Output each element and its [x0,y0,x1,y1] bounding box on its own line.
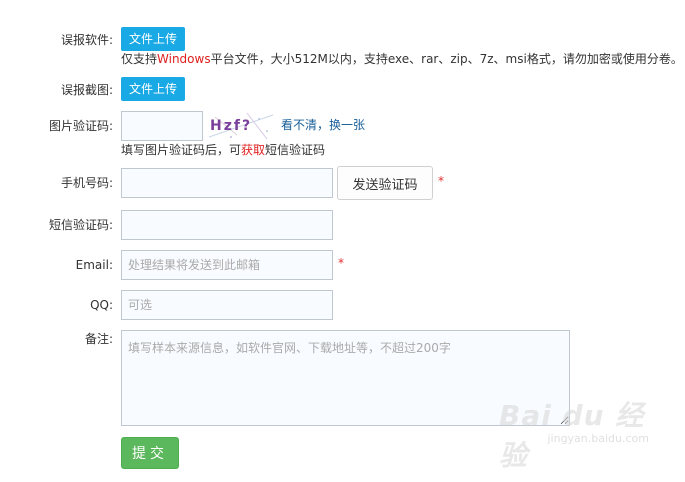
captcha-text: Hzf? [210,118,252,134]
send-sms-code-button[interactable]: 发送验证码 [337,166,433,200]
software-upload-button[interactable]: 文件上传 [121,27,186,51]
sms-code-input[interactable] [121,210,333,240]
qq-label: QQ: [90,298,113,312]
software-hint: 仅支持Windows平台文件，大小512M以内，支持exe、rar、zip、7z… [121,52,683,66]
platform-highlight: Windows [157,52,211,66]
watermark-url: jingyan.baidu.com [547,432,649,445]
captcha-hint: 填写图片验证码后，可获取短信验证码 [121,143,326,157]
submit-button[interactable]: 提交 [121,437,179,469]
phone-label: 手机号码: [60,176,113,190]
captcha-label: 图片验证码: [48,119,113,133]
software-label: 误报软件: [60,33,113,47]
get-highlight: 获取 [241,143,266,157]
captcha-image[interactable]: Hzf? [207,111,277,141]
sms-label: 短信验证码: [48,218,113,232]
baidu-jingyan-watermark: Bai du 经验 jingyan.baidu.com [499,392,649,472]
phone-input[interactable] [121,168,333,198]
screenshot-label: 误报截图: [60,83,113,97]
phone-required-mark: * [438,174,444,188]
qq-input[interactable] [121,290,333,320]
email-required-mark: * [338,256,344,270]
notes-label: 备注: [84,332,113,346]
captcha-refresh-link[interactable]: 看不清，换一张 [281,117,365,133]
email-label: Email: [75,258,113,272]
email-input[interactable] [121,250,333,280]
screenshot-upload-button[interactable]: 文件上传 [121,77,186,101]
captcha-input[interactable] [121,111,203,141]
